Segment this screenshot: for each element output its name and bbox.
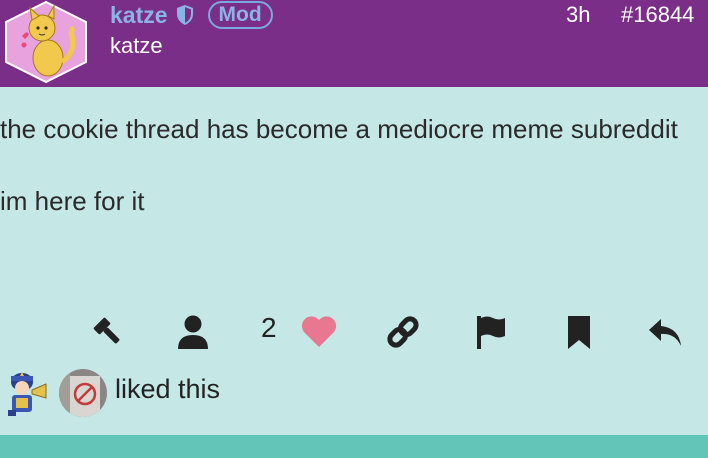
display-name: katze (110, 33, 163, 58)
heart-icon (301, 316, 337, 347)
flag-icon (477, 316, 505, 349)
post-number-link[interactable]: #16844 (621, 2, 694, 28)
gavel-icon (93, 317, 120, 344)
flag-button[interactable] (471, 312, 511, 352)
user-icon (178, 315, 208, 349)
post-paragraph: im here for it (0, 186, 145, 216)
liker-avatar[interactable] (4, 368, 48, 418)
link-icon (387, 316, 419, 348)
mod-badge: Mod (207, 1, 273, 29)
post-actions (0, 312, 708, 352)
next-post-bar (0, 435, 708, 458)
bookmark-button[interactable] (559, 312, 599, 352)
liker-avatar[interactable] (58, 368, 108, 418)
post-paragraph: the cookie thread has become a mediocre … (0, 114, 678, 144)
username-row: katze Mod (110, 0, 273, 30)
like-button[interactable] (299, 312, 339, 352)
liked-this-label: liked this (115, 374, 221, 404)
likers-row: liked this (0, 366, 708, 418)
user-button[interactable] (173, 312, 213, 352)
moderate-button[interactable] (88, 312, 128, 352)
shield-icon (176, 5, 193, 25)
like-count[interactable]: 2 (261, 312, 277, 344)
post-body: the cookie thread has become a mediocre … (0, 108, 700, 252)
user-avatar[interactable] (2, 0, 90, 84)
reply-icon (649, 319, 681, 346)
username-link[interactable]: katze (110, 2, 168, 29)
bookmark-icon (568, 316, 590, 349)
share-link-button[interactable] (383, 312, 423, 352)
reply-button[interactable] (645, 312, 685, 352)
post-time[interactable]: 3h (566, 2, 590, 28)
post-header: katze Mod katze 3h #16844 (0, 0, 708, 87)
